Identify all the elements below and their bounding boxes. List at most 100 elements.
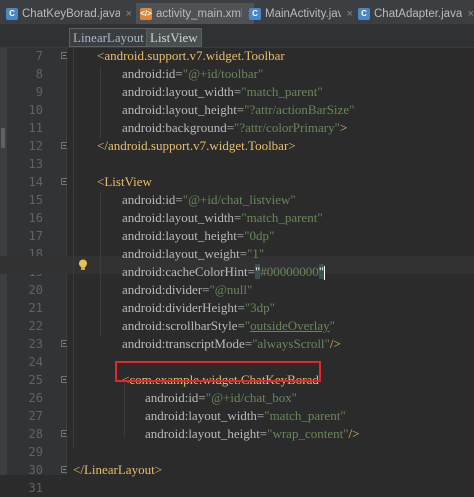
code-line[interactable]: android:divider="@null" <box>122 281 252 299</box>
code-token: android:divider= <box>122 282 210 297</box>
indent-guide <box>73 48 74 448</box>
text-cursor <box>324 266 326 281</box>
tab-chatadapter-java[interactable]: C ChatAdapter.java × <box>354 3 474 24</box>
tab-mainactivity-java[interactable]: C MainActivity.java × <box>245 3 353 24</box>
code-token: "3dp" <box>244 300 275 315</box>
code-token: "wrap_content" <box>267 426 349 441</box>
lightbulb-icon[interactable] <box>78 259 88 271</box>
code-line[interactable]: android:id="@+id/chat_box" <box>145 389 297 407</box>
indent-guide <box>100 66 101 138</box>
code-token: android:id= <box>145 390 206 405</box>
close-icon[interactable]: × <box>347 8 353 20</box>
java-class-icon: C <box>358 7 370 20</box>
line-number: 15 <box>28 193 43 207</box>
code-line[interactable]: android:layout_height="0dp" <box>122 227 274 245</box>
tab-label: MainActivity.java <box>265 7 341 20</box>
code-token: android:cacheColorHint= <box>122 264 255 279</box>
code-token: outsideOverlay <box>250 318 330 333</box>
code-token: "@+id/chat_box" <box>205 390 298 405</box>
line-number: 20 <box>28 283 43 297</box>
line-number: 28 <box>28 427 43 441</box>
code-line[interactable]: </LinearLayout> <box>73 461 162 479</box>
java-class-icon: C <box>6 7 18 20</box>
code-line[interactable]: android:layout_height="wrap_content"/> <box>145 425 359 443</box>
breadcrumb: LinearLayout ListView <box>0 25 474 48</box>
tab-label: activity_main.xml <box>156 7 242 20</box>
code-line[interactable]: <ListView <box>97 173 152 191</box>
code-token: "?attr/actionBarSize" <box>244 102 355 117</box>
code-line[interactable]: android:layout_height="?attr/actionBarSi… <box>122 101 354 119</box>
line-number: 31 <box>28 481 43 495</box>
code-token: android:layout_height= <box>145 426 268 441</box>
line-number: 23 <box>28 337 43 351</box>
code-token: <android.support.v7.widget.Toolbar <box>97 48 285 63</box>
code-token: android:background= <box>122 120 235 135</box>
breadcrumb-item-listview[interactable]: ListView <box>146 28 202 47</box>
code-line[interactable]: android:layout_width="match_parent" <box>145 407 346 425</box>
close-icon[interactable]: × <box>126 8 132 20</box>
code-token: "@null" <box>209 282 253 297</box>
line-number: 10 <box>28 103 43 117</box>
code-token: android:layout_width= <box>122 84 242 99</box>
code-token: android:id= <box>122 192 183 207</box>
code-token: " <box>329 318 335 333</box>
line-number: 30 <box>28 463 43 477</box>
indent-guide <box>124 382 125 436</box>
code-token: "match_parent" <box>241 210 323 225</box>
code-line[interactable]: android:layout_width="match_parent" <box>122 209 323 227</box>
code-line[interactable]: <android.support.v7.widget.Toolbar <box>97 47 285 65</box>
tab-label: ChatKeyBorad.java <box>22 7 120 20</box>
code-token: "match_parent" <box>264 408 346 423</box>
code-line[interactable]: android:layout_weight="1" <box>122 245 264 263</box>
highlight-box <box>115 361 321 382</box>
tab-activity-main-xml[interactable]: </> activity_main.xml × <box>136 3 254 24</box>
code-line[interactable]: </android.support.v7.widget.Toolbar> <box>97 137 296 155</box>
code-token: android:layout_width= <box>122 210 242 225</box>
code-token: > <box>339 120 348 135</box>
line-number: 8 <box>35 67 43 81</box>
code-token: android:layout_height= <box>122 102 245 117</box>
code-line[interactable]: android:background="?attr/colorPrimary"> <box>122 119 347 137</box>
line-number: 16 <box>28 211 43 225</box>
line-number: 25 <box>28 373 43 387</box>
code-line[interactable]: android:transcriptMode="alwaysScroll"/> <box>122 335 341 353</box>
line-number: 9 <box>35 85 43 99</box>
code-token: "match_parent" <box>241 84 323 99</box>
code-token: "@+id/chat_listview" <box>182 192 296 207</box>
code-editor[interactable]: <android.support.v7.widget.Toolbar androi… <box>0 47 474 477</box>
line-number: 29 <box>28 445 43 459</box>
code-token: android:layout_height= <box>122 228 245 243</box>
code-token: <ListView <box>97 174 152 189</box>
code-line[interactable]: android:layout_width="match_parent" <box>122 83 323 101</box>
tab-chatkeyborad-java[interactable]: C ChatKeyBorad.java × <box>2 3 132 24</box>
code-token: "1" <box>247 246 265 261</box>
breadcrumb-item-linearlayout[interactable]: LinearLayout <box>69 28 148 47</box>
indent-guide <box>100 192 101 336</box>
code-line[interactable]: android:id="@+id/toolbar" <box>122 65 263 83</box>
close-icon[interactable]: × <box>468 8 474 20</box>
code-token: android:layout_width= <box>145 408 265 423</box>
code-token: "@+id/toolbar" <box>182 66 264 81</box>
code-token: "?attr/colorPrimary" <box>234 120 340 135</box>
line-number: 17 <box>28 229 43 243</box>
code-token: android:scrollbarStyle= <box>122 318 245 333</box>
code-token: android:transcriptMode= <box>122 336 253 351</box>
line-number: 11 <box>28 121 43 135</box>
line-number: 7 <box>35 49 43 63</box>
code-line[interactable]: android:dividerHeight="3dp" <box>122 299 275 317</box>
code-line[interactable]: android:scrollbarStyle="outsideOverlay" <box>122 317 335 335</box>
code-token: android:layout_weight= <box>122 246 248 261</box>
code-line[interactable]: android:id="@+id/chat_listview" <box>122 191 296 209</box>
xml-file-icon: </> <box>140 7 152 20</box>
editor-tab-bar: C ChatKeyBorad.java × </> activity_main.… <box>0 0 474 25</box>
line-number: 24 <box>28 355 43 369</box>
tab-label: ChatAdapter.java <box>374 7 462 20</box>
code-token: "0dp" <box>244 228 275 243</box>
code-token: "alwaysScroll" <box>252 336 330 351</box>
line-number: 22 <box>28 319 43 333</box>
code-token: /> <box>329 336 341 351</box>
line-number: 26 <box>28 391 43 405</box>
java-class-icon: C <box>249 7 261 20</box>
code-line[interactable]: android:cacheColorHint="#00000000" <box>122 263 326 281</box>
line-number: 21 <box>28 301 43 315</box>
